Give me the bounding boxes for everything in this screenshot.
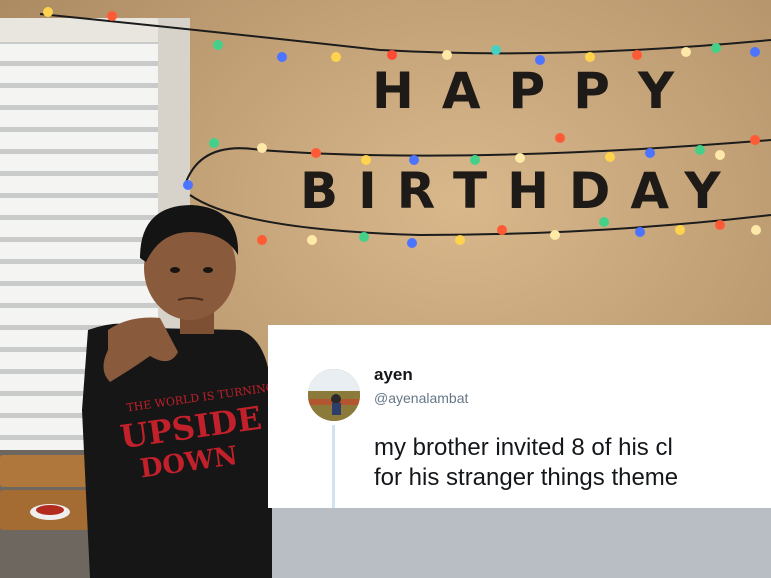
table-skirt [268, 508, 771, 578]
banner-birthday: BIRTHDAY [300, 162, 741, 220]
avatar-image [308, 369, 360, 421]
tweet-text-line-1: my brother invited 8 of his cl [374, 434, 673, 461]
avatar[interactable] [308, 369, 360, 421]
user-handle[interactable]: @ayenalambat [374, 390, 468, 406]
tweet-text-line-2: for his stranger things theme [374, 464, 679, 491]
display-name[interactable]: ayen [374, 365, 413, 385]
thread-line [332, 425, 335, 508]
tweet-text: my brother invited 8 of his cl for his s… [374, 433, 678, 493]
banner-happy: HAPPY [372, 62, 702, 120]
tweet-card: ayen @ayenalambat my brother invited 8 o… [268, 325, 771, 508]
